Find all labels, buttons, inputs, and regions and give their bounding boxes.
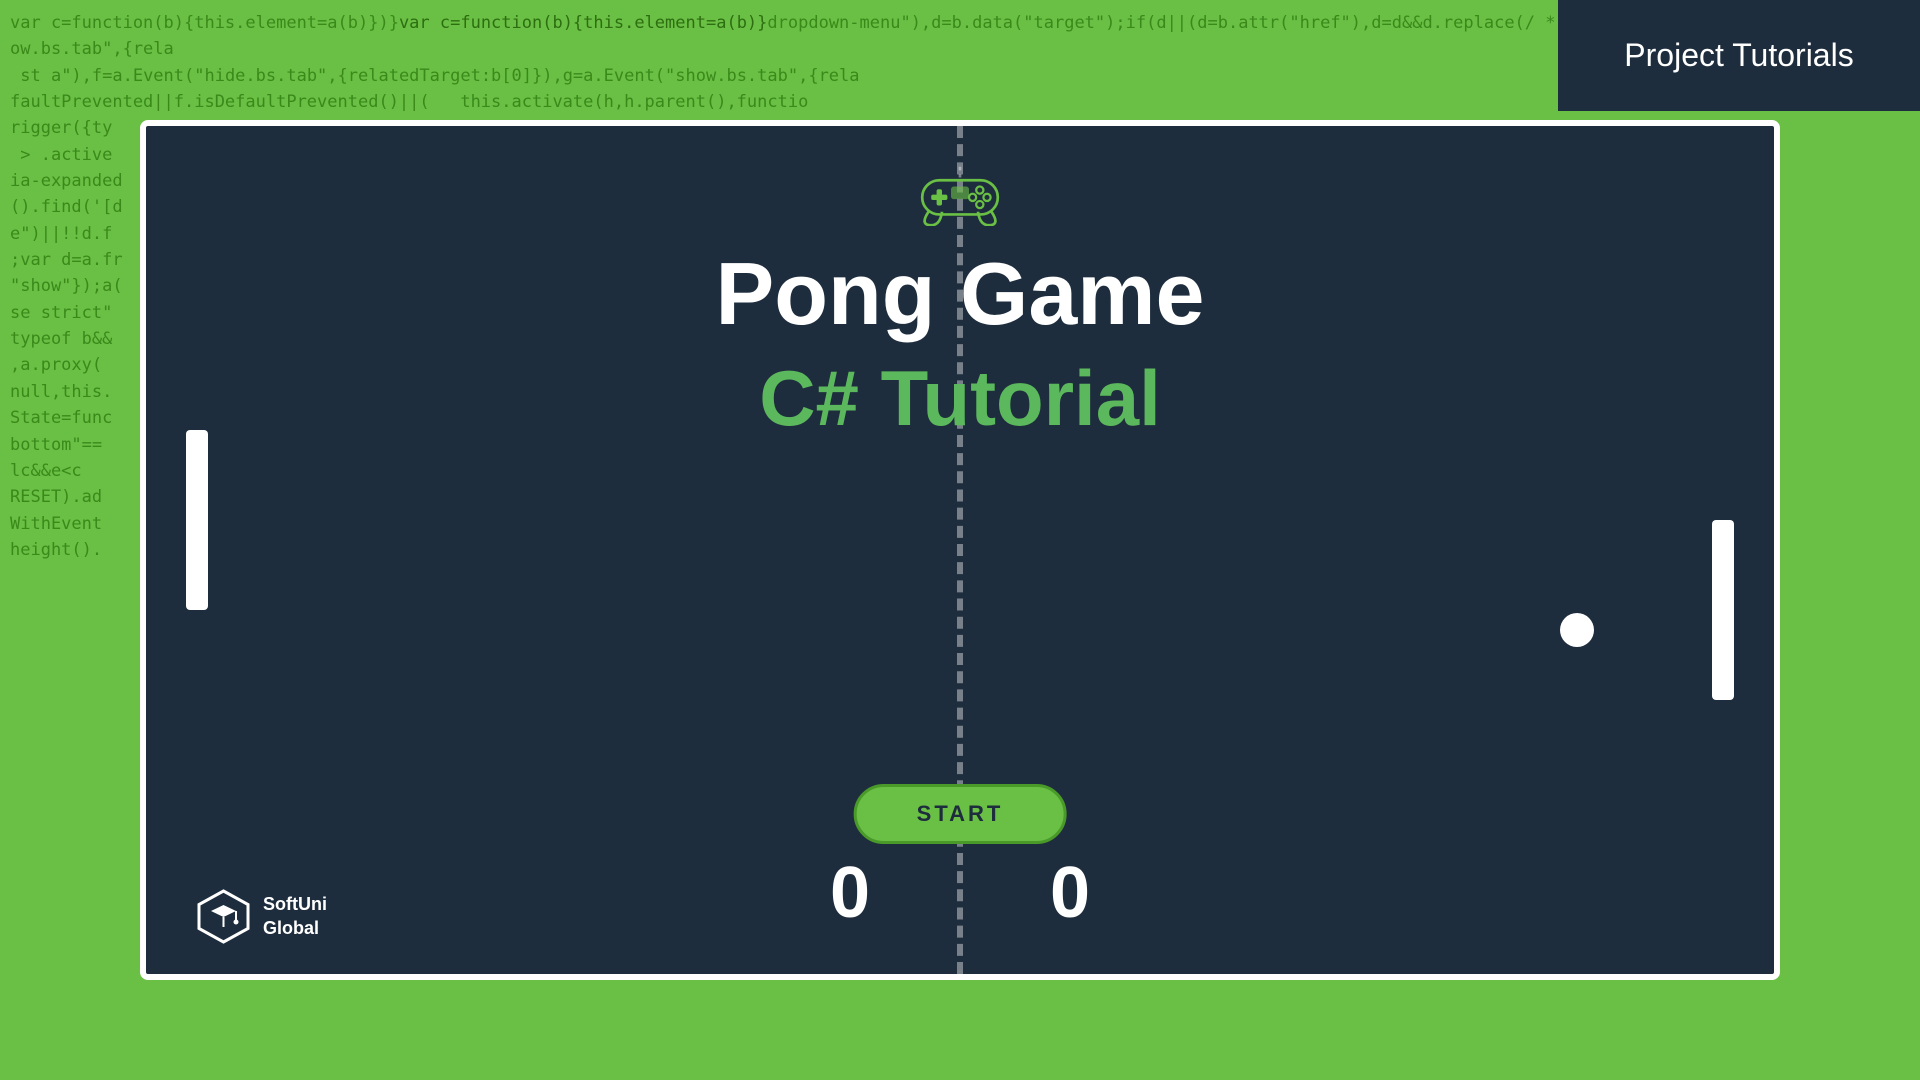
game-card: Pong Game C# Tutorial START 0 0 SoftUni …: [140, 120, 1780, 980]
paddle-right: [1712, 520, 1734, 700]
start-button-container[interactable]: START: [854, 784, 1067, 844]
softuni-name: SoftUni Global: [263, 893, 327, 940]
softuni-emblem-icon: [196, 889, 251, 944]
softuni-logo: SoftUni Global: [196, 889, 327, 944]
ball: [1560, 613, 1594, 647]
scores-area: 0 0: [830, 852, 1090, 934]
title-area: Pong Game C# Tutorial: [716, 166, 1205, 444]
banner-title: Project Tutorials: [1624, 37, 1853, 74]
softuni-text-line2: Global: [263, 917, 327, 940]
gamepad-icon: [915, 166, 1005, 226]
project-tutorials-banner: Project Tutorials: [1558, 0, 1920, 111]
paddle-left: [186, 430, 208, 610]
game-title: Pong Game: [716, 246, 1205, 343]
score-right: 0: [1050, 852, 1090, 934]
start-button[interactable]: START: [854, 784, 1067, 844]
softuni-text-line1: SoftUni: [263, 893, 327, 916]
game-subtitle: C# Tutorial: [759, 353, 1161, 444]
score-left: 0: [830, 852, 870, 934]
start-button-label: START: [917, 801, 1004, 826]
